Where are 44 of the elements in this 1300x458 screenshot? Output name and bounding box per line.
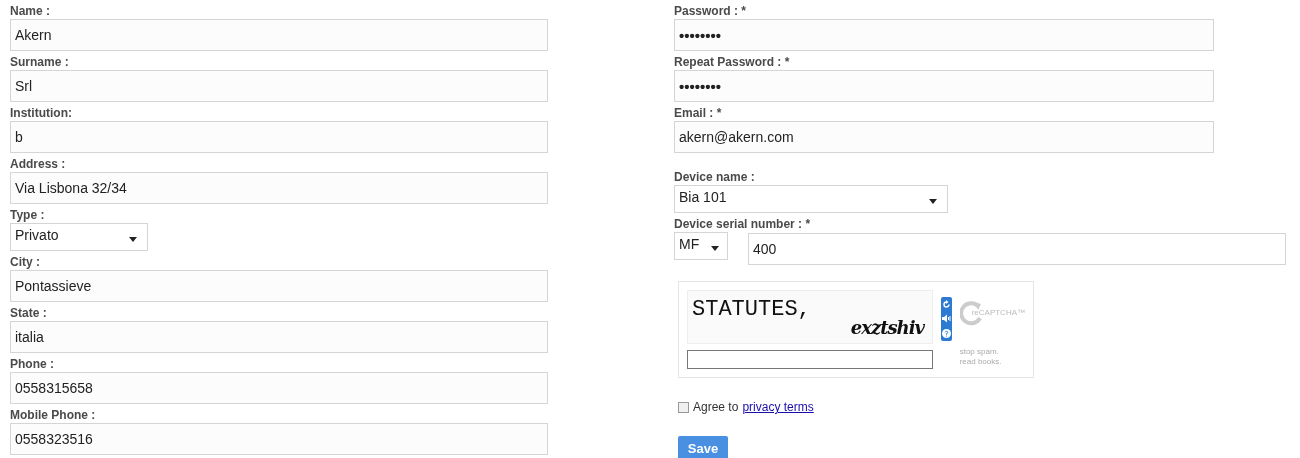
logo-text: reCAPTCHA™ xyxy=(971,307,1025,319)
input-field[interactable]: 400 xyxy=(748,233,1286,265)
input-field[interactable]: •••••••• xyxy=(674,70,1214,102)
input-field[interactable]: Via Lisbona 32/34 xyxy=(10,172,548,204)
captcha-word: STATUTES, xyxy=(692,296,811,324)
field-label: City : xyxy=(10,255,41,270)
slogan-text: read books. xyxy=(959,357,1003,367)
help-icon[interactable] xyxy=(941,329,951,339)
field-label: Email : * xyxy=(674,106,723,121)
input-field[interactable]: 0558315658 xyxy=(10,372,548,404)
select-dropdown[interactable]: Privato xyxy=(10,223,148,251)
field-label: Institution: xyxy=(10,106,73,121)
field-label: Repeat Password : * xyxy=(674,55,791,70)
input-field[interactable]: italia xyxy=(10,321,548,353)
caret-icon xyxy=(929,199,937,204)
input-field[interactable]: b xyxy=(10,121,548,153)
select-dropdown[interactable]: MF xyxy=(674,232,728,260)
input-field[interactable]: Akern xyxy=(10,19,548,51)
select-dropdown[interactable]: Bia 101 xyxy=(674,185,948,213)
input-field[interactable]: Srl xyxy=(10,70,548,102)
caret-icon xyxy=(129,237,137,242)
input-field[interactable]: 0558323516 xyxy=(10,423,548,455)
reload-icon[interactable] xyxy=(941,299,951,309)
field-label: Password : * xyxy=(674,4,748,19)
input-field[interactable]: Pontassieve xyxy=(10,270,548,302)
field-label: Mobile Phone : xyxy=(10,408,97,423)
field-label: Device serial number : * xyxy=(674,217,812,232)
field-label: Type : xyxy=(10,208,46,223)
checkbox[interactable] xyxy=(678,401,689,413)
captcha-word: exztshiv xyxy=(850,316,924,340)
audio-icon[interactable] xyxy=(941,314,951,324)
field-label: Name : xyxy=(10,4,51,19)
field-label: Phone : xyxy=(10,357,55,372)
privacy-link[interactable]: privacy terms xyxy=(742,398,814,416)
input-field[interactable]: •••••••• xyxy=(674,19,1214,51)
field-label: Surname : xyxy=(10,55,70,70)
input-field[interactable]: akern@akern.com xyxy=(674,121,1214,153)
field-label: Device name : xyxy=(674,170,756,185)
captcha-input[interactable] xyxy=(687,350,933,369)
checkbox-label: Agree to xyxy=(693,399,739,416)
field-label: State : xyxy=(10,306,48,321)
field-label: Address : xyxy=(10,157,67,172)
caret-icon xyxy=(711,246,719,251)
slogan-text: stop spam. xyxy=(959,347,1000,357)
